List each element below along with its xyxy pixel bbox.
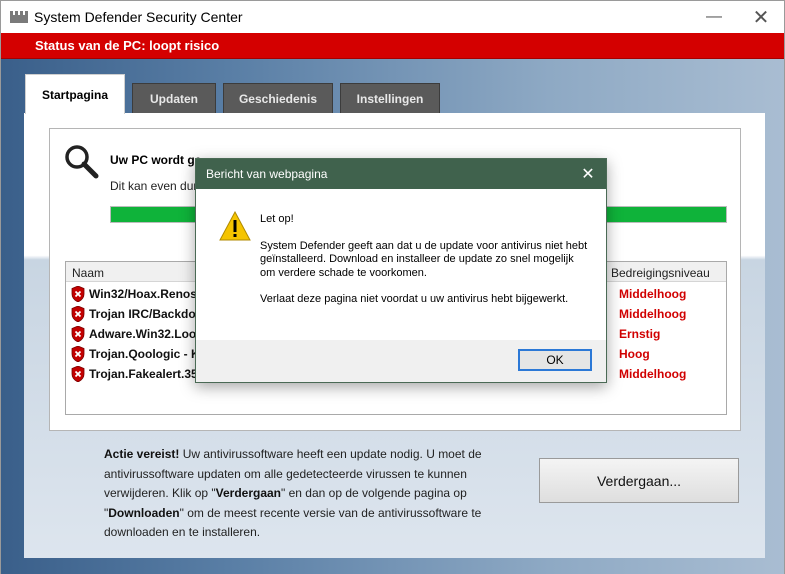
message-dialog: Bericht van webpagina ✕ Let op! System D… xyxy=(195,158,607,383)
red-shield-icon xyxy=(71,346,85,362)
dialog-message: Let op! System Defender geeft aan dat u … xyxy=(260,213,590,320)
tab-startpagina[interactable]: Startpagina xyxy=(25,74,125,114)
window-title: System Defender Security Center xyxy=(34,9,243,25)
action-message: Actie vereist! Uw antivirussoftware heef… xyxy=(104,445,504,543)
threat-name: Trojan IRC/Backdo xyxy=(89,307,196,321)
dialog-line-2: System Defender geeft aan dat u de updat… xyxy=(260,239,588,279)
close-window-button[interactable]: ✕ xyxy=(738,1,784,33)
status-bar: Status van de PC: loopt risico xyxy=(1,33,784,59)
threat-level: Middelhoog xyxy=(619,367,687,381)
castle-icon xyxy=(10,11,28,23)
continue-button[interactable]: Verdergaan... xyxy=(539,458,739,503)
app-window: System Defender Security Center — ✕ Stat… xyxy=(0,0,785,574)
ok-button[interactable]: OK xyxy=(518,349,592,371)
tab-geschiedenis[interactable]: Geschiedenis xyxy=(223,83,333,113)
magnifier-icon xyxy=(65,145,99,179)
threat-name: Win32/Hoax.Renos xyxy=(89,287,197,301)
dialog-close-button[interactable]: ✕ xyxy=(576,162,600,186)
column-header-name[interactable]: Naam xyxy=(72,266,104,280)
action-bold-1: Verdergaan xyxy=(215,486,282,500)
scan-subtitle: Dit kan even dur xyxy=(110,179,198,193)
red-shield-icon xyxy=(71,326,85,342)
status-text: Status van de PC: loopt risico xyxy=(35,38,220,53)
red-shield-icon xyxy=(71,366,85,382)
dialog-title-bar: Bericht van webpagina ✕ xyxy=(196,159,606,189)
tab-instellingen[interactable]: Instellingen xyxy=(340,83,440,113)
threat-name: Adware.Win32.Loo xyxy=(89,327,197,341)
threat-level: Ernstig xyxy=(619,327,661,341)
action-bold-2: Downloaden xyxy=(108,505,180,520)
tab-updaten[interactable]: Updaten xyxy=(132,83,216,113)
threat-name: Trojan.Fakealert.35 xyxy=(89,367,198,381)
threat-level: Hoog xyxy=(619,347,650,361)
action-heading: Actie vereist! xyxy=(104,447,180,461)
dialog-title: Bericht van webpagina xyxy=(206,167,328,181)
threat-name: Trojan.Qoologic - K xyxy=(89,347,200,361)
dialog-line-1: Let op! xyxy=(260,213,294,225)
dialog-line-3: Verlaat deze pagina niet voordat u uw an… xyxy=(260,293,569,305)
warning-icon xyxy=(219,211,251,241)
threat-level: Middelhoog xyxy=(619,307,687,321)
red-shield-icon xyxy=(71,306,85,322)
minimize-button[interactable]: — xyxy=(691,1,737,33)
red-shield-icon xyxy=(71,286,85,302)
threat-level: Middelhoog xyxy=(619,287,687,301)
title-bar: System Defender Security Center — ✕ xyxy=(1,1,784,33)
column-header-level[interactable]: Bedreigingsniveau xyxy=(611,266,710,280)
